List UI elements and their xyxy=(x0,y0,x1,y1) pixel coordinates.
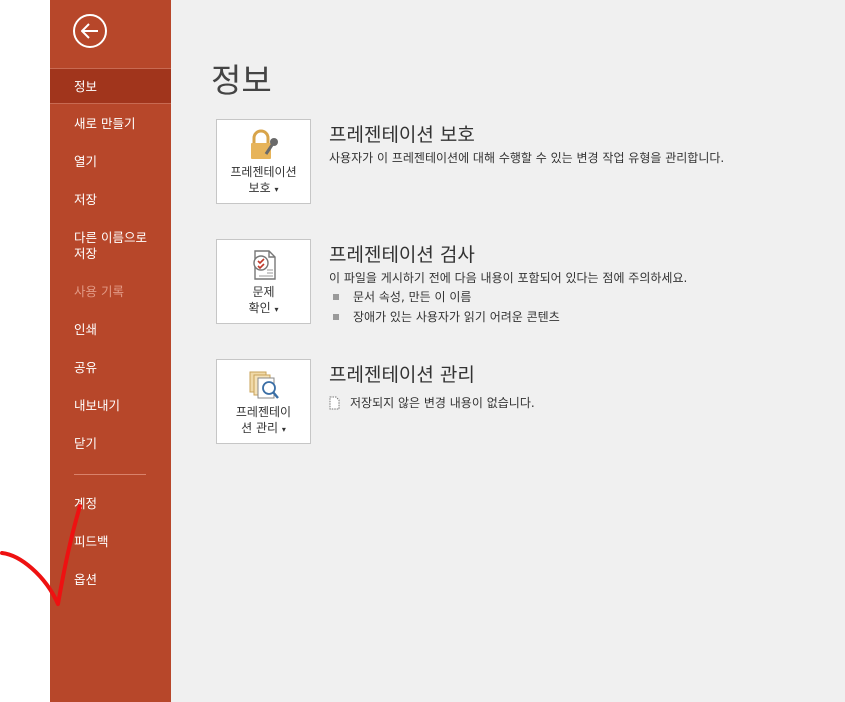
back-arrow-icon xyxy=(81,23,98,39)
nav-export[interactable]: 내보내기 xyxy=(50,398,171,414)
protect-section-desc: 사용자가 이 프레젠테이션에 대해 수행할 수 있는 변경 작업 유형을 관리합… xyxy=(329,151,725,165)
protect-button-label-2: 보호 ▾ xyxy=(248,181,279,195)
protect-section-title: 프레젠테이션 보호 xyxy=(329,124,475,146)
manage-versions-icon xyxy=(249,371,279,399)
nav-feedback[interactable]: 피드백 xyxy=(50,534,171,550)
page-title: 정보 xyxy=(211,61,272,100)
check-button-label-2: 확인 ▾ xyxy=(248,301,279,315)
nav-account[interactable]: 계정 xyxy=(50,496,171,512)
document-icon xyxy=(329,396,340,409)
manage-section-desc: 저장되지 않은 변경 내용이 없습니다. xyxy=(329,394,535,411)
inspect-section-desc: 이 파일을 게시하기 전에 다음 내용이 포함되어 있다는 점에 주의하세요. xyxy=(329,271,688,285)
nav-separator xyxy=(74,474,146,475)
nav-options[interactable]: 옵션 xyxy=(50,572,171,588)
inspect-section-title: 프레젠테이션 검사 xyxy=(329,244,475,266)
nav-info[interactable]: 정보 xyxy=(50,68,171,104)
inspect-bullet: 문서 속성, 만든 이 이름 xyxy=(333,288,471,305)
nav-share[interactable]: 공유 xyxy=(50,360,171,376)
nav-close[interactable]: 닫기 xyxy=(50,436,171,452)
nav-save[interactable]: 저장 xyxy=(50,192,171,208)
protect-presentation-button[interactable]: 프레젠테이션 보호 ▾ xyxy=(216,119,311,204)
back-button[interactable] xyxy=(73,14,107,48)
protect-button-label-1: 프레젠테이션 xyxy=(230,165,297,179)
lock-icon xyxy=(250,129,278,159)
nav-open[interactable]: 열기 xyxy=(50,154,171,170)
manage-button-label-1: 프레젠테이 xyxy=(235,405,292,419)
check-button-label-1: 문제 xyxy=(252,285,275,299)
check-issues-button[interactable]: 문제 확인 ▾ xyxy=(216,239,311,324)
manage-section-title: 프레젠테이션 관리 xyxy=(329,364,475,386)
nav-new[interactable]: 새로 만들기 xyxy=(50,116,171,132)
info-content: 정보 프레젠테이션 보호 ▾ 프레젠테이션 보호 사용자가 이 프레젠테이션에 … xyxy=(171,0,845,702)
backstage-sidebar: 정보 새로 만들기 열기 저장 다른 이름으로 저장 사용 기록 인쇄 공유 내… xyxy=(50,0,171,702)
inspect-bullet: 장애가 있는 사용자가 읽기 어려운 콘텐츠 xyxy=(333,308,560,325)
inspect-document-icon xyxy=(252,250,276,280)
nav-history: 사용 기록 xyxy=(74,284,124,299)
manage-presentation-button[interactable]: 프레젠테이 션 관리 ▾ xyxy=(216,359,311,444)
nav-print[interactable]: 인쇄 xyxy=(50,322,171,338)
nav-save-as[interactable]: 다른 이름으로 저장 xyxy=(50,230,171,262)
manage-button-label-2: 션 관리 ▾ xyxy=(241,421,286,435)
